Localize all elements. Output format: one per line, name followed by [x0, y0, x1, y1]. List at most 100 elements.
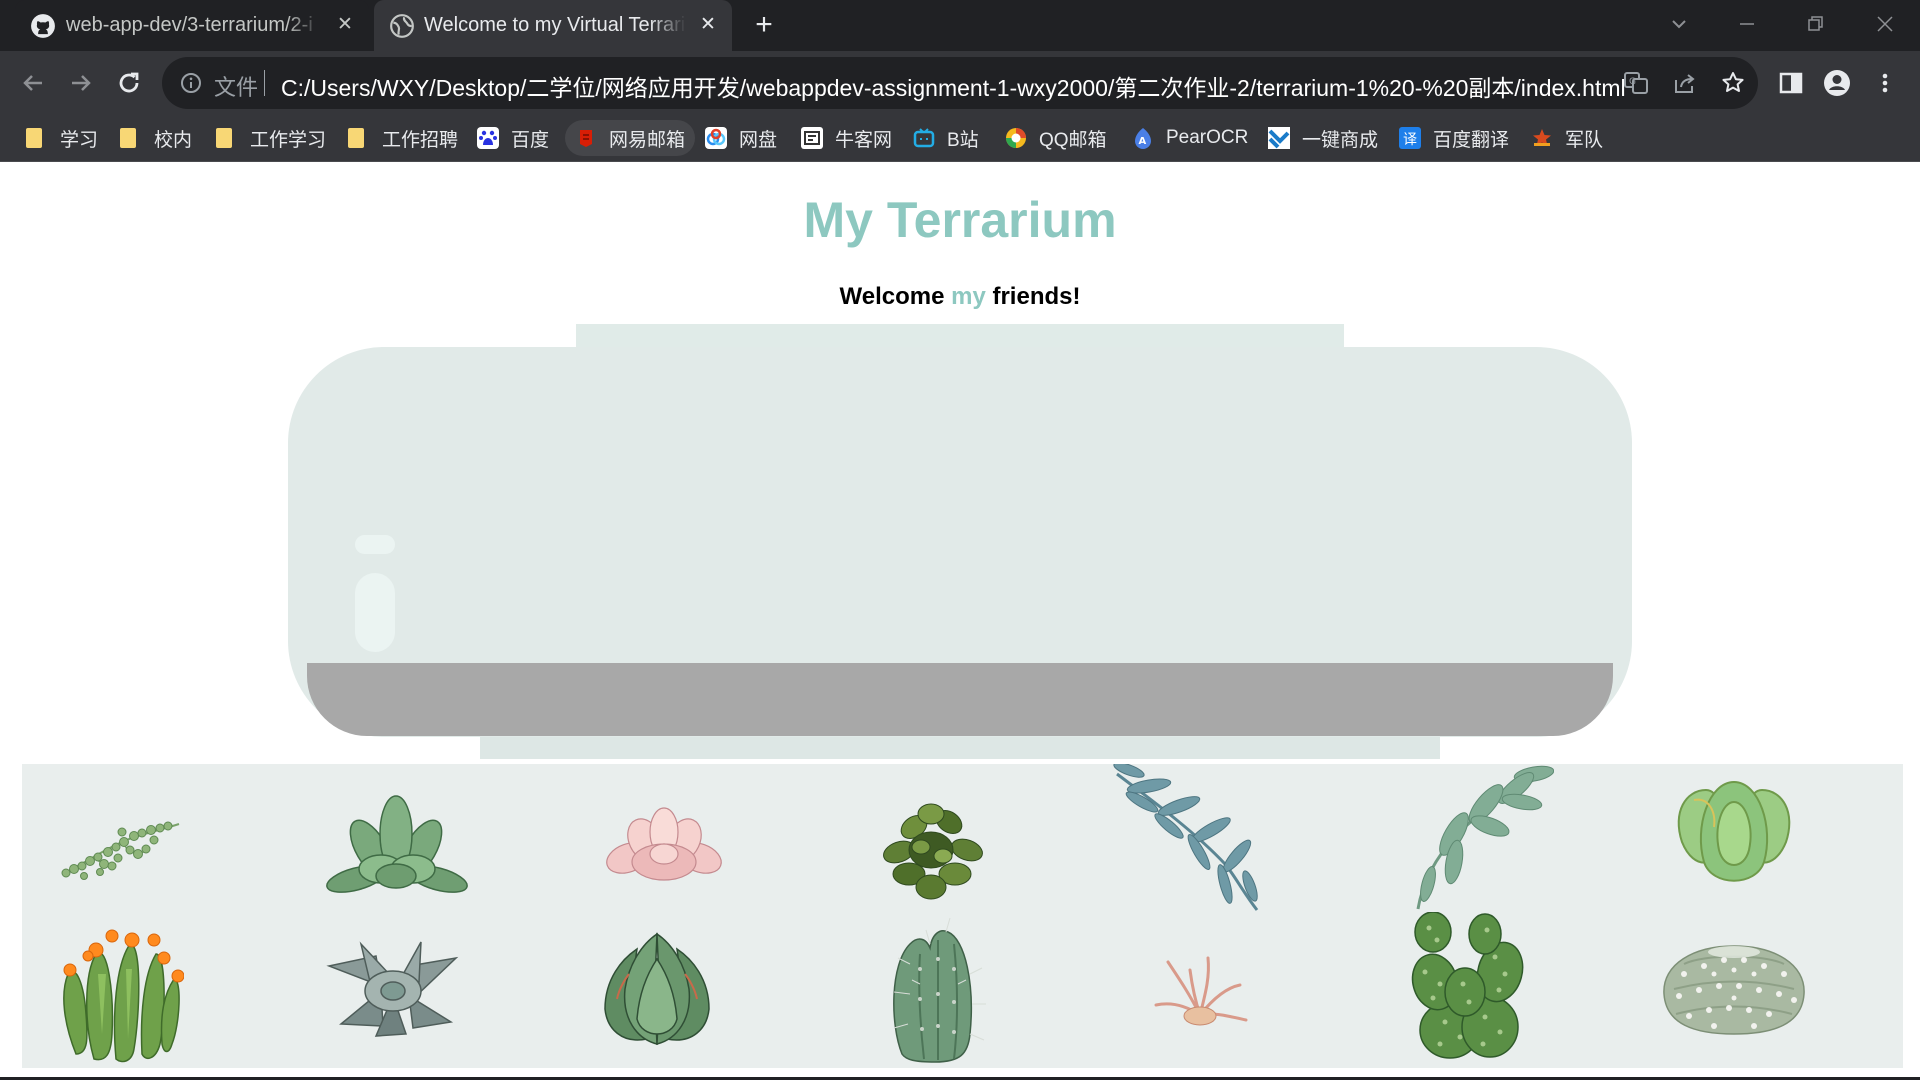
- tab-search-icon[interactable]: [1664, 9, 1694, 39]
- bookmark-label: PearOCR: [1166, 127, 1249, 148]
- jar-bottom: [480, 737, 1440, 759]
- plant-green-rosette-succulent[interactable]: [316, 784, 476, 904]
- plant-white-fuzzy-cactus[interactable]: [1654, 934, 1814, 1039]
- bookmark-item[interactable]: B站: [913, 120, 979, 156]
- bookmark-label: 百度: [511, 129, 550, 151]
- translate-page-icon[interactable]: G: [1623, 70, 1649, 96]
- jar-top: [576, 324, 1344, 349]
- plant-blue-eucalyptus-sprig[interactable]: [1107, 764, 1277, 919]
- bookmark-item[interactable]: 工作招聘: [346, 120, 458, 156]
- info-icon[interactable]: [180, 72, 202, 94]
- side-panel-icon[interactable]: [1776, 68, 1806, 98]
- bookmark-item[interactable]: 一键商成: [1268, 120, 1378, 156]
- globe-icon: [390, 14, 414, 38]
- bookmark-item[interactable]: 军队: [1531, 120, 1603, 156]
- pearocr-icon: A: [1135, 128, 1151, 149]
- bookmark-label: 学习: [60, 129, 99, 151]
- shop-icon: [1268, 127, 1290, 149]
- tab-title: web-app-dev/3-terrarium/2-i: [66, 14, 313, 36]
- bookmark-label: 网盘: [739, 129, 778, 151]
- url-text[interactable]: C:/Users/WXY/Desktop/二学位/网络应用开发/webappde…: [281, 69, 1626, 103]
- netease-mail-icon: [580, 130, 592, 147]
- tab-terrarium[interactable]: Welcome to my Virtual Terrari ✕: [374, 0, 732, 51]
- tab-title: Welcome to my Virtual Terrari: [424, 14, 686, 36]
- plant-aloe-succulent[interactable]: [597, 929, 717, 1054]
- plant-grey-echeveria[interactable]: [321, 936, 466, 1041]
- browser-toolbar: 文件 C:/Users/WXY/Desktop/二学位/网络应用开发/webap…: [0, 51, 1920, 115]
- back-arrow-icon[interactable]: [15, 65, 51, 101]
- welcome-prefix: Welcome: [839, 283, 952, 310]
- svg-text:G: G: [1629, 77, 1636, 87]
- more-menu-icon[interactable]: [1870, 68, 1900, 98]
- bookmarks-bar: 学习 校内 工作学习 工作招聘 百度 网易邮箱 网盘 牛客网 B站 QQ邮箱 A…: [0, 115, 1920, 162]
- dirt: [307, 663, 1613, 736]
- cloud-drive-icon: [705, 127, 727, 149]
- bookmark-item[interactable]: 学习: [24, 120, 98, 156]
- jar-glossy-short: [355, 535, 395, 554]
- close-window-icon[interactable]: [1870, 9, 1900, 39]
- omnibox-divider: [264, 70, 265, 96]
- baidu-paw-icon: [477, 127, 499, 149]
- bookmark-label: 网易邮箱: [609, 129, 686, 151]
- forward-arrow-icon[interactable]: [63, 65, 99, 101]
- minimize-icon[interactable]: [1732, 9, 1762, 39]
- translate-icon: 译: [1399, 127, 1421, 149]
- bookmark-label: 百度翻译: [1433, 129, 1510, 151]
- bookmark-label: QQ邮箱: [1039, 129, 1107, 151]
- folder-icon: [120, 128, 136, 148]
- svg-text:A: A: [1139, 136, 1147, 147]
- bookmark-label: B站: [947, 129, 979, 151]
- bilibili-tv-icon: [913, 128, 935, 148]
- page-viewport: My Terrarium Welcome my friends!: [0, 163, 1920, 1080]
- tab-github[interactable]: web-app-dev/3-terrarium/2-i ✕: [15, 0, 369, 51]
- welcome-suffix: friends!: [985, 283, 1081, 310]
- qq-mail-icon: [1006, 128, 1026, 148]
- jar-glossy-long: [355, 573, 395, 652]
- plant-bunny-ear-cactus[interactable]: [1405, 912, 1535, 1062]
- plant-flowering-cactus[interactable]: [54, 914, 184, 1064]
- bookmark-label: 工作学习: [250, 129, 327, 151]
- folder-icon: [216, 128, 232, 148]
- bookmark-label: 校内: [154, 129, 193, 151]
- folder-icon: [26, 128, 42, 148]
- plant-pink-succulent[interactable]: [600, 800, 730, 890]
- plant-columnar-cactus[interactable]: [880, 914, 990, 1064]
- reload-icon[interactable]: [111, 65, 147, 101]
- welcome-message: Welcome my friends!: [0, 283, 1920, 311]
- bookmark-item[interactable]: 牛客网: [801, 120, 892, 156]
- bookmark-item[interactable]: 译 百度翻译: [1399, 120, 1509, 156]
- plant-jade-succulent[interactable]: [1664, 772, 1804, 897]
- bookmark-star-icon[interactable]: [1720, 70, 1746, 96]
- close-icon[interactable]: ✕: [696, 13, 720, 37]
- tab-strip: web-app-dev/3-terrarium/2-i ✕ Welcome to…: [0, 0, 1920, 51]
- nowcoder-icon: [801, 127, 823, 149]
- bookmark-label: 军队: [1565, 129, 1604, 151]
- bookmark-item[interactable]: 网盘: [705, 120, 777, 156]
- new-tab-button[interactable]: +: [749, 10, 779, 41]
- bookmark-item[interactable]: 工作学习: [214, 120, 326, 156]
- share-icon[interactable]: [1672, 70, 1698, 96]
- welcome-highlight: my: [951, 283, 986, 310]
- bookmark-item[interactable]: A PearOCR: [1132, 120, 1248, 156]
- bookmark-item[interactable]: 百度: [477, 120, 549, 156]
- close-icon[interactable]: ✕: [333, 13, 357, 37]
- plant-container: [22, 764, 1903, 1068]
- bookmark-label: 牛客网: [835, 129, 893, 151]
- restore-icon[interactable]: [1800, 9, 1830, 39]
- scheme-label: 文件: [214, 75, 259, 100]
- github-icon: [31, 14, 55, 38]
- bookmark-item[interactable]: 网易邮箱: [565, 120, 696, 156]
- bookmark-item[interactable]: 校内: [118, 120, 192, 156]
- plant-green-eucalyptus-sprig[interactable]: [1404, 764, 1554, 914]
- address-bar[interactable]: 文件 C:/Users/WXY/Desktop/二学位/网络应用开发/webap…: [162, 57, 1758, 109]
- plant-dark-leafy-shrub[interactable]: [869, 792, 999, 912]
- plant-string-of-pearls[interactable]: [54, 794, 184, 904]
- folder-icon: [348, 128, 364, 148]
- bookmark-item[interactable]: QQ邮箱: [1005, 120, 1107, 156]
- page-title: My Terrarium: [803, 192, 1117, 248]
- profile-avatar-icon[interactable]: [1822, 68, 1852, 98]
- army-icon: [1533, 129, 1551, 146]
- svg-text:译: 译: [1403, 132, 1417, 148]
- bookmark-label: 工作招聘: [382, 129, 459, 151]
- plant-air-plant[interactable]: [1150, 950, 1250, 1030]
